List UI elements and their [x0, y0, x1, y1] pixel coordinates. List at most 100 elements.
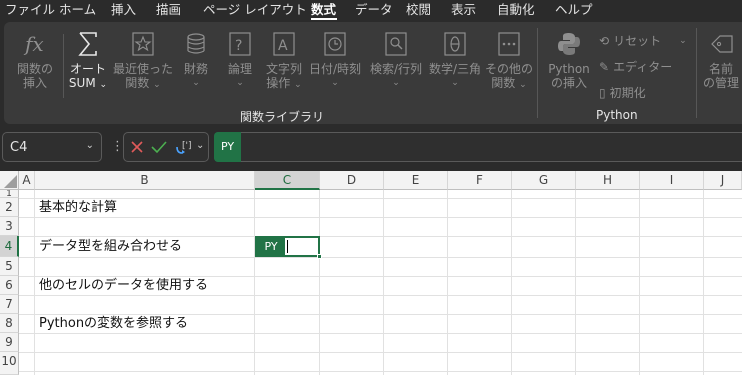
- text-label-1: 文字列: [265, 62, 302, 76]
- tab-view[interactable]: 表示: [451, 2, 476, 18]
- financial-button[interactable]: 財務 ⌄: [176, 30, 216, 90]
- database-icon: [187, 33, 205, 54]
- row-header-10[interactable]: 10: [0, 352, 19, 375]
- document-refresh-icon: ▯: [599, 85, 606, 100]
- row-header-6[interactable]: 6: [0, 276, 19, 295]
- cell-b4[interactable]: データ型を組み合わせる: [39, 237, 182, 256]
- tab-insert[interactable]: 挿入: [111, 2, 136, 18]
- text-label-2: 操作: [266, 76, 291, 90]
- insert-function-button[interactable]: fx 関数の 挿入: [14, 30, 56, 90]
- more-label-1: その他の: [485, 62, 534, 76]
- row-header-8[interactable]: 8: [0, 314, 19, 333]
- row-header-4[interactable]: 4: [0, 236, 19, 257]
- more-label-2: 関数: [491, 76, 516, 90]
- gridline: [319, 190, 320, 375]
- tab-formulas[interactable]: 数式: [311, 2, 336, 18]
- magnifier-icon: [385, 32, 407, 56]
- tab-help[interactable]: ヘルプ: [555, 2, 593, 18]
- column-header-e[interactable]: E: [384, 171, 448, 190]
- chevron-down-icon: ⌄: [99, 80, 108, 90]
- chevron-down-icon: ⌄: [192, 78, 200, 88]
- clock-icon: [324, 32, 346, 56]
- column-header-f[interactable]: F: [448, 171, 512, 190]
- sigma-icon: [78, 32, 97, 56]
- row-header-2[interactable]: 2: [0, 198, 19, 217]
- python-group-label: Python: [596, 108, 638, 122]
- text-a-icon: A: [273, 32, 295, 56]
- worksheet-grid[interactable]: A B C D E F G H I J 1 2 3 4 5 6 7 8 9 10…: [0, 171, 742, 375]
- column-header-a[interactable]: A: [19, 171, 35, 190]
- tab-page-layout[interactable]: ページ レイアウト: [203, 2, 307, 18]
- logical-button[interactable]: ? 論理 ⌄: [220, 30, 260, 90]
- chevron-down-icon: ⌄: [519, 80, 527, 90]
- cell-b6[interactable]: 他のセルのデータを使用する: [39, 276, 208, 295]
- menu-bar: ファイル ホーム 挿入 描画 ページ レイアウト 数式 データ 校閲 表示 自動…: [0, 0, 742, 20]
- row-header-5[interactable]: 5: [0, 257, 19, 276]
- column-header-g[interactable]: G: [512, 171, 576, 190]
- tab-data[interactable]: データ: [355, 2, 393, 18]
- row-header-7[interactable]: 7: [0, 295, 19, 314]
- row-header-3[interactable]: 3: [0, 217, 19, 236]
- gridline: [254, 190, 255, 375]
- confirm-check-icon[interactable]: [151, 140, 167, 154]
- name-box[interactable]: C4 ⌄: [2, 132, 102, 162]
- column-header-b[interactable]: B: [35, 171, 255, 190]
- svg-text:?: ?: [235, 38, 242, 54]
- initialize-button[interactable]: ▯ 初期化: [599, 84, 646, 101]
- name-manager-button[interactable]: 名前 の管理: [701, 30, 741, 90]
- text-functions-button[interactable]: A 文字列 操作 ⌄: [264, 30, 304, 92]
- name-manager-label-2: の管理: [702, 76, 739, 90]
- insert-function-label-2: 挿入: [22, 76, 47, 90]
- fill-handle[interactable]: [317, 254, 322, 259]
- gridline: [511, 190, 512, 375]
- chevron-down-icon: ⌄: [331, 78, 339, 88]
- recent-label-2: 関数: [125, 76, 150, 90]
- tab-home[interactable]: ホーム: [59, 2, 96, 18]
- gridline: [34, 190, 35, 375]
- editor-button[interactable]: ✎ エディター: [599, 58, 672, 75]
- cell-b8[interactable]: Pythonの変数を参照する: [39, 314, 188, 333]
- more-dots-icon: [498, 32, 520, 56]
- cancel-x-icon[interactable]: [130, 140, 144, 154]
- row-header-1[interactable]: 1: [0, 190, 19, 198]
- math-button[interactable]: 数学/三角 ⌄: [426, 30, 484, 90]
- recent-functions-button[interactable]: 最近使った 関数 ⌄: [112, 30, 174, 92]
- formula-action-buttons: ['] ⌄: [123, 132, 209, 162]
- ribbon-body: fx 関数の 挿入 オート SUM ⌄ 最近使った 関数 ⌄ 財務 ⌄ ? 論理…: [4, 22, 742, 124]
- formula-input[interactable]: [214, 132, 742, 162]
- autosum-label-2: SUM: [68, 76, 96, 90]
- insert-python-label-2: の挿入: [550, 76, 587, 90]
- column-header-d[interactable]: D: [320, 171, 384, 190]
- chevron-down-icon[interactable]: ⌄: [86, 140, 94, 151]
- column-header-j[interactable]: J: [704, 171, 742, 190]
- reset-button[interactable]: ⟲ リセット ⌄: [599, 32, 687, 49]
- active-cell-c4[interactable]: PY: [255, 236, 322, 259]
- gridline: [19, 198, 742, 199]
- cell-b2[interactable]: 基本的な計算: [39, 198, 117, 217]
- lookup-button[interactable]: 検索/行列 ⌄: [367, 30, 425, 90]
- autosum-button[interactable]: オート SUM ⌄: [66, 30, 110, 92]
- insert-python-button[interactable]: Python の挿入: [544, 30, 594, 90]
- column-header-i[interactable]: I: [640, 171, 704, 190]
- tab-automate[interactable]: 自動化: [497, 2, 535, 18]
- datetime-button[interactable]: 日付/時刻 ⌄: [307, 30, 363, 90]
- svg-text:fx: fx: [23, 32, 44, 56]
- tab-review[interactable]: 校閲: [406, 2, 431, 18]
- chevron-down-icon: ⌄: [392, 78, 400, 88]
- gridline: [19, 217, 742, 218]
- python-mode-icon[interactable]: [']: [174, 138, 194, 156]
- gridline: [19, 333, 742, 334]
- question-book-icon: ?: [229, 32, 251, 56]
- column-header-c[interactable]: C: [255, 171, 320, 190]
- chevron-down-icon: ⌄: [294, 80, 302, 90]
- row-header-9[interactable]: 9: [0, 333, 19, 352]
- tab-file[interactable]: ファイル: [5, 2, 55, 18]
- financial-label: 財務: [183, 62, 208, 76]
- chevron-down-icon[interactable]: ⌄: [196, 140, 204, 151]
- tab-draw[interactable]: 描画: [156, 2, 181, 18]
- column-header-h[interactable]: H: [576, 171, 640, 190]
- more-functions-button[interactable]: その他の 関数 ⌄: [485, 30, 533, 92]
- select-all-corner[interactable]: [0, 171, 19, 190]
- name-box-value: C4: [10, 140, 28, 155]
- python-icon: [558, 33, 580, 55]
